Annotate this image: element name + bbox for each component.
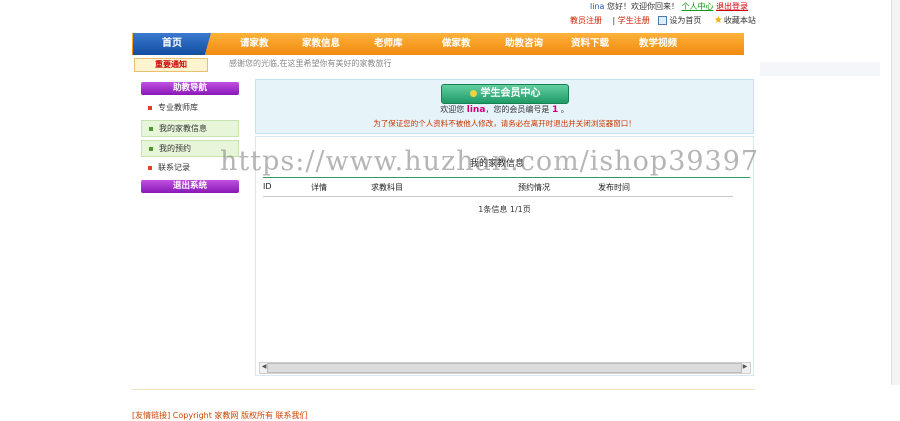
footer-divider	[132, 389, 755, 390]
security-warning: 为了保证您的个人资料不被他人修改，请务必在离开时退出并关闭浏览器窗口！	[373, 119, 636, 128]
nav-item-downloads[interactable]: 资料下载	[571, 33, 609, 55]
nav-item-videos[interactable]: 教学视频	[639, 33, 677, 55]
watermark-text: https://www.huzhan.com/ishop39397	[220, 146, 760, 177]
nav-item-be-tutor[interactable]: 做家教	[442, 33, 471, 55]
sidebar-header: 助教导航	[141, 82, 239, 95]
sidebar-item-my-info[interactable]: 我的家教信息	[141, 120, 239, 137]
bullet-icon	[149, 126, 153, 131]
nav-home[interactable]: 首页	[133, 33, 211, 55]
notice-text: 感谢您的光临,在这里希望你有美好的家教旅行	[229, 59, 392, 68]
logout-link[interactable]: 退出登录	[716, 2, 748, 11]
bullet-icon	[148, 165, 152, 170]
sidebar-item-label: 联系记录	[158, 163, 190, 172]
notice-tag: 重要通知	[134, 58, 208, 72]
username: lina	[590, 2, 605, 11]
greeting-text: 您好！欢迎你回来！	[606, 2, 679, 11]
member-center-link[interactable]: 个人中心	[682, 2, 714, 11]
faint-row	[760, 62, 880, 76]
pagination: 1条信息 1/1页	[478, 205, 531, 214]
vertical-scrollbar[interactable]	[891, 0, 900, 385]
teacher-register-link[interactable]: 教员注册	[570, 16, 602, 25]
scroll-right-icon[interactable]: ▶	[740, 362, 750, 372]
column-header-publish-time: 发布时间	[598, 183, 630, 192]
nav-item-teacher-library[interactable]: 老师库	[374, 33, 403, 55]
member-center-button[interactable]: 学生会员中心	[441, 84, 569, 104]
welcome-line: 欢迎您 lina，您的会员编号是 1 。	[255, 104, 754, 115]
star-icon: ★	[713, 15, 723, 26]
top-links: 教员注册 | 学生注册 设为首页 ★收藏本站	[570, 15, 756, 26]
bullet-icon	[148, 105, 152, 110]
welcome-suffix: 。	[560, 105, 569, 114]
sidebar-item-teacher-library[interactable]: 专业教师库	[141, 100, 237, 115]
column-header-appointment: 预约情况	[518, 183, 550, 192]
member-center-label: 学生会员中心	[480, 88, 541, 99]
separator: |	[612, 16, 616, 25]
scrollbar-thumb[interactable]	[267, 363, 742, 373]
nav-item-find-tutor[interactable]: 请家教	[240, 33, 269, 55]
welcome-mid: ，您的会员编号是	[485, 105, 550, 114]
home-page-icon	[658, 16, 668, 25]
title-divider	[263, 177, 750, 178]
welcome-prefix: 欢迎您	[440, 105, 465, 114]
member-name: lina	[466, 105, 486, 115]
bookmark-link[interactable]: 收藏本站	[724, 16, 756, 25]
member-number: 1	[551, 105, 559, 115]
sidebar-item-label: 我的家教信息	[159, 124, 207, 133]
student-register-link[interactable]: 学生注册	[618, 16, 650, 25]
sidebar-logout-button[interactable]: 退出系统	[141, 180, 239, 193]
set-home-link[interactable]: 设为首页	[669, 16, 701, 25]
column-header-subject: 求教科目	[371, 183, 403, 192]
sidebar-item-label: 我的预约	[159, 144, 191, 153]
nav-item-consulting[interactable]: 助教咨询	[505, 33, 543, 55]
nav-item-tutor-info[interactable]: 家教信息	[302, 33, 340, 55]
user-greeting-bar: lina 您好！欢迎你回来！ 个人中心 退出登录	[590, 1, 748, 12]
sidebar-item-label: 专业教师库	[158, 103, 198, 112]
column-header-detail: 详情	[311, 183, 327, 192]
header-divider	[263, 196, 733, 197]
column-header-id: ID	[263, 182, 272, 191]
bullet-icon	[149, 146, 153, 151]
scroll-left-icon[interactable]: ◀	[259, 362, 269, 372]
key-icon	[469, 89, 477, 97]
